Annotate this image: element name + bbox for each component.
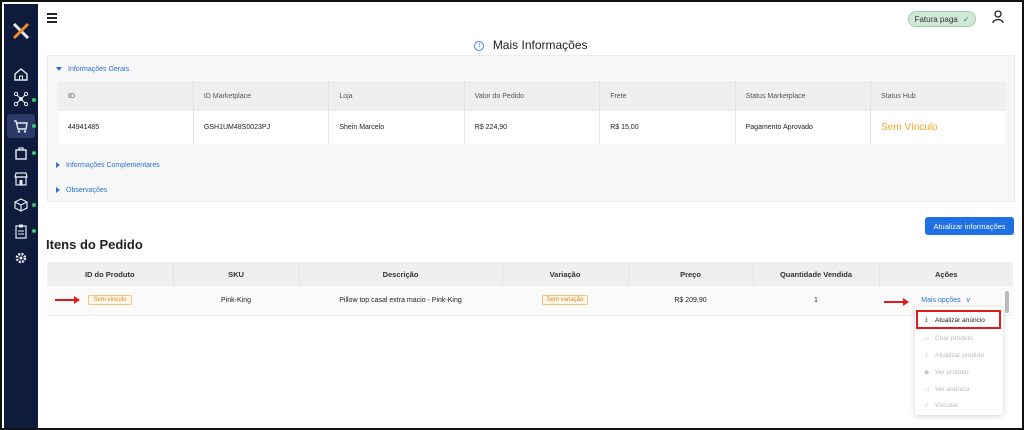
- status-dot: [32, 151, 36, 155]
- section-informacoes-complementares[interactable]: Informações Complementares: [56, 162, 160, 169]
- clipboard-icon[interactable]: [13, 223, 29, 239]
- col-header-description: Descrição: [299, 262, 503, 286]
- page-title: i Mais Informações: [38, 38, 1022, 52]
- col-header-variation: Variação: [502, 262, 629, 286]
- megaphone-icon: ◁: [924, 387, 929, 393]
- col-header-valor: Valor do Pedido: [464, 81, 601, 111]
- download-icon: ⤓: [925, 352, 928, 358]
- check-icon: ✓: [923, 403, 930, 409]
- annotation-arrow: [55, 296, 80, 304]
- marketplace-status: Pagamento Aprovado: [735, 111, 872, 144]
- x-logo-icon[interactable]: [12, 22, 30, 40]
- sem-vinculo-tag: Sem vínculo: [88, 295, 132, 306]
- annotation-arrow: [884, 298, 909, 306]
- info-table: ID ID Marketplace Loja Valor do Pedido F…: [58, 81, 1006, 144]
- col-header-status-hub: Status Hub: [870, 81, 1006, 111]
- menu-item-label: Ver produto: [935, 369, 969, 376]
- order-value: R$ 224,90: [464, 111, 601, 144]
- order-id: 44941485: [58, 111, 194, 144]
- file-icon: ▭: [923, 336, 930, 342]
- hub-icon[interactable]: [13, 91, 29, 107]
- items-table: ID do Produto SKU Descrição Variação Pre…: [47, 262, 1013, 316]
- menu-item-label: Ver anúncio: [935, 386, 970, 393]
- status-dot: [32, 98, 36, 102]
- col-header-quantity: Quantidade Vendida: [753, 262, 880, 286]
- menu-item-atualizar-produto[interactable]: ⤓ Atualizar produto: [923, 352, 984, 359]
- variation-cell: Sem variação: [502, 286, 628, 316]
- main-content: Fatura paga ✓ i Mais Informações Informa…: [38, 4, 1020, 426]
- box-icon[interactable]: [13, 197, 29, 213]
- info-panel: Informações Gerais ID ID Marketplace Loj…: [47, 55, 1015, 202]
- quantity-cell: 1: [753, 286, 879, 316]
- col-header-price: Preço: [628, 262, 754, 286]
- menu-item-label: Criar produto: [935, 335, 973, 342]
- menu-item-ver-anuncio[interactable]: ◁ Ver anúncio: [923, 386, 969, 393]
- update-info-button[interactable]: Atualizar informações: [925, 217, 1014, 235]
- more-options-label: Mais opções: [921, 297, 961, 305]
- col-header-id: ID: [58, 81, 194, 111]
- description-cell: Pillow top casal extra macio - Pink-King: [299, 286, 502, 316]
- col-header-loja: Loja: [328, 81, 465, 111]
- menu-item-vincular[interactable]: ✓ Vincular: [923, 402, 958, 409]
- fatura-label: Fatura paga: [914, 14, 958, 24]
- menu-item-label: Atualizar produto: [935, 352, 985, 359]
- section-observacoes[interactable]: Observações: [56, 187, 107, 194]
- gear-icon[interactable]: [13, 250, 29, 266]
- sku-cell: Pink-King: [173, 286, 299, 316]
- home-icon[interactable]: [13, 66, 29, 82]
- section-label: Informações Complementares: [66, 162, 160, 169]
- status-dot: [32, 203, 36, 207]
- page-title-text: Mais Informações: [492, 38, 588, 52]
- marketplace-id: GSH1UM48S0023PJ: [193, 111, 330, 144]
- check-icon: ✓: [962, 14, 970, 24]
- caret-right-icon: [56, 162, 60, 169]
- table-row: Sem vínculo Pink-King Pillow top casal e…: [47, 286, 1013, 316]
- app-window: Fatura paga ✓ i Mais Informações Informa…: [0, 0, 1024, 430]
- scrollbar[interactable]: [1005, 291, 1009, 313]
- col-header-sku: SKU: [173, 262, 300, 286]
- user-icon[interactable]: [992, 10, 1004, 24]
- col-header-frete: Frete: [599, 81, 736, 111]
- status-dot: [32, 124, 36, 128]
- menu-item-label: Vincular: [935, 402, 959, 409]
- menu-item-criar-produto[interactable]: ▭ Criar produto: [923, 335, 973, 342]
- cart-icon[interactable]: [13, 118, 29, 134]
- shipping-value: R$ 15,00: [599, 111, 736, 144]
- status-dot: [32, 229, 36, 233]
- items-section-title: Itens do Pedido: [46, 237, 143, 252]
- col-header-actions: Ações: [879, 262, 1013, 286]
- caret-right-icon: [56, 187, 60, 194]
- chevron-down-icon: ∨: [965, 297, 971, 305]
- col-header-id-marketplace: ID Marketplace: [193, 81, 330, 111]
- section-label: Observações: [66, 187, 108, 194]
- menu-toggle-icon[interactable]: [47, 13, 57, 25]
- fatura-status-badge: Fatura paga ✓: [908, 11, 976, 27]
- annotation-highlight-box: [916, 310, 1001, 329]
- col-header-product-id: ID do Produto: [47, 262, 174, 286]
- hub-status: Sem Vínculo: [870, 111, 1006, 144]
- section-label: Informações Gerais: [68, 66, 130, 73]
- info-icon: i: [474, 40, 485, 51]
- menu-item-ver-produto[interactable]: ◉ Ver produto: [923, 369, 969, 376]
- store-icon[interactable]: [13, 171, 29, 187]
- sem-variacao-tag: Sem variação: [541, 295, 589, 306]
- more-options-link[interactable]: Mais opções ∨: [921, 297, 970, 304]
- price-cell: R$ 209,90: [628, 286, 753, 316]
- bag-icon[interactable]: [13, 145, 29, 161]
- eye-icon: ◉: [923, 370, 930, 376]
- info-row: 44941485 GSH1UM48S0023PJ Shein Marcelo R…: [58, 111, 1006, 144]
- col-header-status-marketplace: Status Marketplace: [735, 81, 872, 111]
- section-informacoes-gerais[interactable]: Informações Gerais: [56, 66, 129, 73]
- caret-down-icon: [56, 67, 62, 72]
- sidebar: [4, 4, 38, 428]
- store-name: Shein Marcelo: [328, 111, 465, 144]
